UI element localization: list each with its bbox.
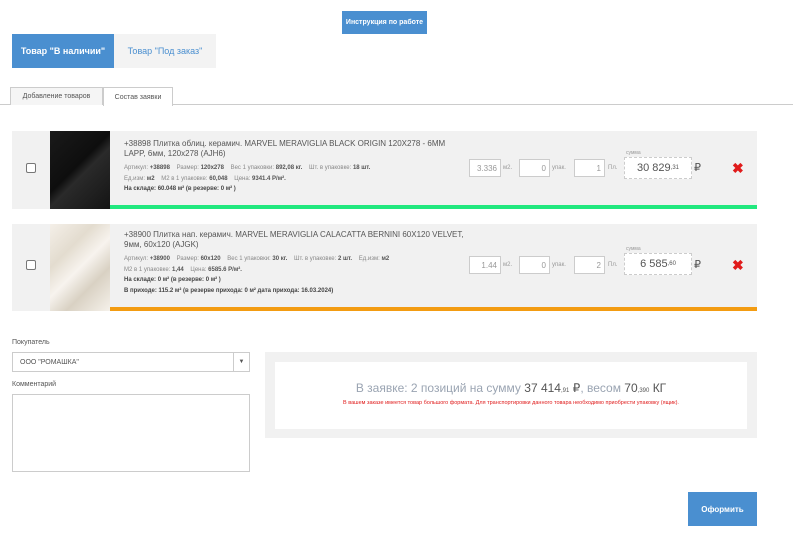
qty-m2-input[interactable]: 1.44 <box>469 256 501 274</box>
subtab-add-goods[interactable]: Добавление товаров <box>10 87 103 105</box>
chevron-down-icon[interactable]: ▼ <box>233 353 249 371</box>
order-summary: В заявке: 2 позиций на сумму 37 414,91 ₽… <box>275 362 747 429</box>
stock-info: На складе: 0 м² (в резерве: 0 м² ) <box>124 277 221 283</box>
availability-bar <box>110 205 757 209</box>
incoming-info: В приходе: 115.2 м² (в резерве прихода: … <box>124 288 334 294</box>
item-checkbox[interactable] <box>26 163 36 173</box>
product-meta-line-2: М2 в 1 упаковке: 1,44 Цена: 6585.6 Р/м². <box>124 267 242 273</box>
product-name[interactable]: +38898 Плитка облиц. керамич. MARVEL MER… <box>124 139 464 159</box>
close-icon[interactable]: ✖ <box>732 160 744 177</box>
instruction-button[interactable]: Инструкция по работе <box>342 11 427 34</box>
buyer-label: Покупатель <box>12 339 50 346</box>
order-item-row: +38898 Плитка облиц. керамич. MARVEL MER… <box>12 131 757 209</box>
order-total: В заявке: 2 позиций на сумму 37 414,91 ₽… <box>355 381 667 395</box>
currency-symbol: ₽ <box>694 259 701 271</box>
product-image <box>50 131 110 209</box>
sum-label: сумма <box>626 150 641 156</box>
currency-symbol: ₽ <box>694 162 701 174</box>
sum-label: сумма <box>626 246 641 252</box>
submit-order-button[interactable]: Оформить <box>688 492 757 526</box>
subtab-order-content[interactable]: Состав заявки <box>103 87 173 106</box>
comment-label: Комментарий <box>12 381 57 388</box>
product-meta-line-2: Ед.изм: м2 М2 в 1 упаковке: 60,048 Цена:… <box>124 176 286 182</box>
availability-bar <box>110 307 757 311</box>
close-icon[interactable]: ✖ <box>732 257 744 274</box>
qty-m2-input[interactable]: 3.336 <box>469 159 501 177</box>
order-summary-panel: В заявке: 2 позиций на сумму 37 414,91 ₽… <box>265 352 757 438</box>
buyer-value: ООО "РОМАШКА" <box>20 358 79 366</box>
unit-pl-label: Пл. <box>608 165 618 171</box>
product-meta-line-1: Артикул: +38898 Размер: 120x278 Вес 1 уп… <box>124 165 371 171</box>
stock-info: На складе: 60.048 м² (в резерве: 0 м² ) <box>124 186 236 192</box>
tab-in-stock[interactable]: Товар "В наличии" <box>12 34 114 68</box>
product-image <box>50 224 110 311</box>
comment-field[interactable] <box>12 394 250 472</box>
item-checkbox[interactable] <box>26 260 36 270</box>
unit-pack-label: упак. <box>552 262 566 268</box>
buyer-select[interactable]: ООО "РОМАШКА" ▼ <box>12 352 250 372</box>
subtabs-bar: Добавление товаров Состав заявки <box>0 87 793 106</box>
unit-pl-label: Пл. <box>608 262 618 268</box>
unit-m2-label: м2. <box>503 262 513 268</box>
oversize-warning: В вашем заказе имеется товар большого фо… <box>343 400 679 406</box>
order-item-row: +38900 Плитка нап. керамич. MARVEL MERAV… <box>12 224 757 311</box>
qty-pl-input[interactable]: 1 <box>574 159 605 177</box>
unit-m2-label: м2. <box>503 165 513 171</box>
product-meta-line-1: Артикул: +38900 Размер: 60x120 Вес 1 упа… <box>124 256 390 262</box>
item-sum: 30 829,31 <box>624 157 692 179</box>
qty-pl-input[interactable]: 2 <box>574 256 605 274</box>
qty-pack-input[interactable]: 0 <box>519 256 550 274</box>
unit-pack-label: упак. <box>552 165 566 171</box>
tab-on-order[interactable]: Товар "Под заказ" <box>114 34 216 68</box>
product-name[interactable]: +38900 Плитка нап. керамич. MARVEL MERAV… <box>124 230 464 250</box>
item-sum: 6 585,60 <box>624 253 692 275</box>
qty-pack-input[interactable]: 0 <box>519 159 550 177</box>
